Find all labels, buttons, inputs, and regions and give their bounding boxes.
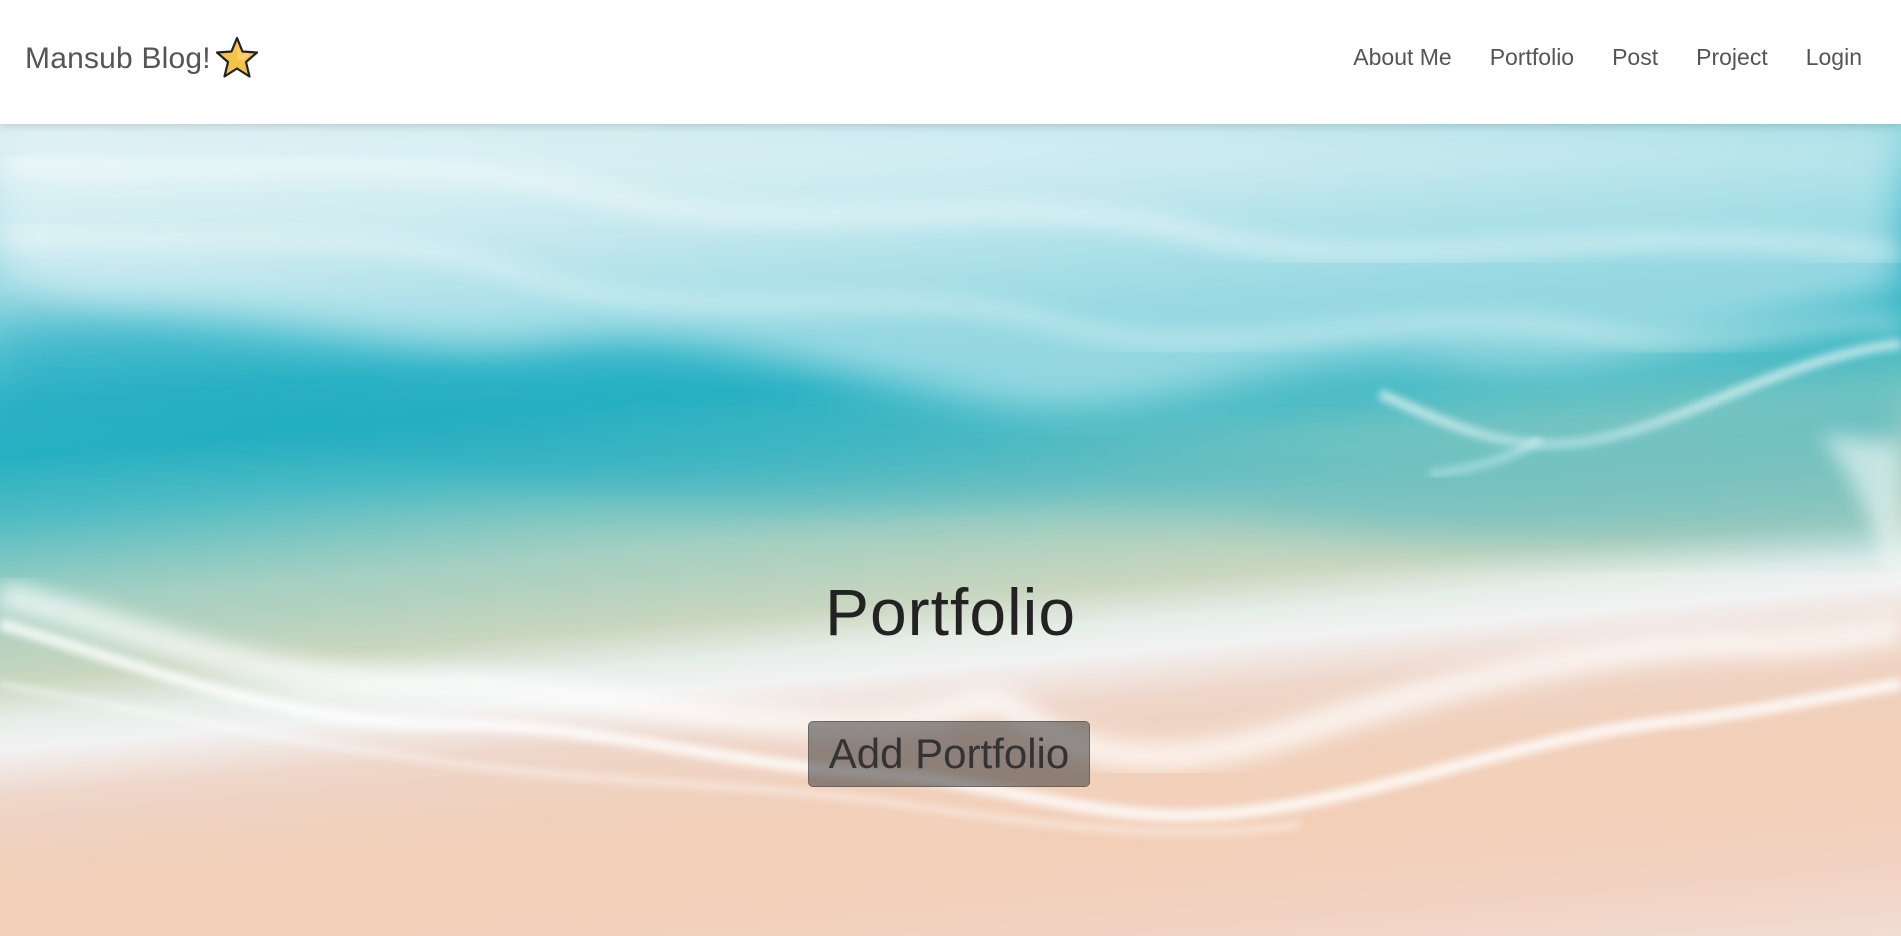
nav-links: About Me Portfolio Post Project Login [1315,44,1862,71]
hero-content: Portfolio Add Portfolio [0,124,1901,936]
brand-title: Mansub Blog! [25,42,211,75]
nav-link-login[interactable]: Login [1806,44,1862,71]
star-icon [215,36,259,80]
nav-link-post[interactable]: Post [1612,44,1658,71]
nav-link-project[interactable]: Project [1696,44,1768,71]
brand-link[interactable]: Mansub Blog! [25,36,259,80]
nav-link-about-me[interactable]: About Me [1353,44,1451,71]
nav-link-portfolio[interactable]: Portfolio [1490,44,1574,71]
add-portfolio-button[interactable]: Add Portfolio [808,721,1090,787]
hero-title: Portfolio [824,575,1077,649]
top-navbar: Mansub Blog! About Me Portfolio Post Pro… [0,0,1901,124]
hero-section: Portfolio Add Portfolio [0,124,1901,936]
page: Mansub Blog! About Me Portfolio Post Pro… [0,0,1901,936]
